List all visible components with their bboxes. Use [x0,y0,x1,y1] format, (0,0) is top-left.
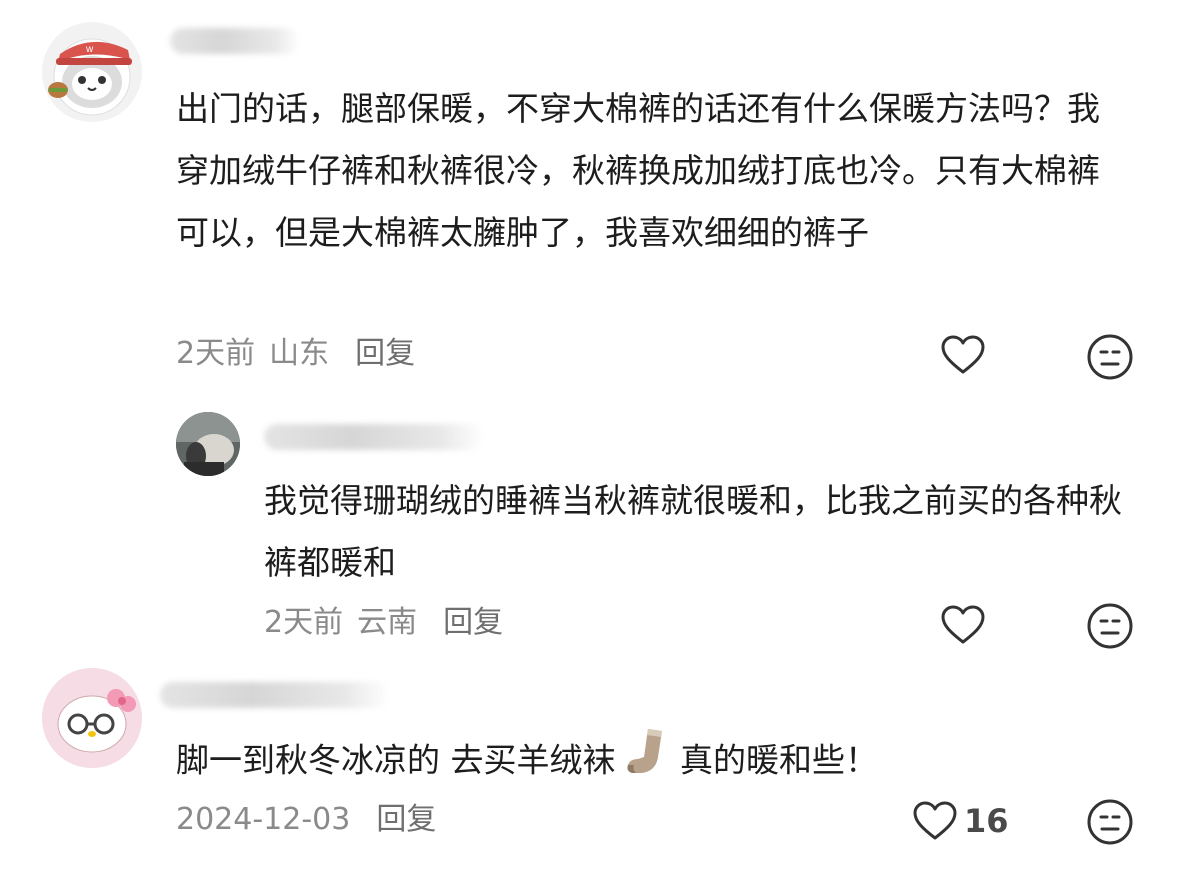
username-blurred[interactable] [160,682,390,708]
comment-time: 2天前 [176,336,256,371]
like-button[interactable]: 16 [912,798,1022,844]
comment-location: 云南 [357,605,418,640]
avatar[interactable] [176,412,240,476]
like-button[interactable] [938,332,988,378]
heart-outline-icon [913,801,957,840]
comment-text: 我觉得珊瑚绒的睡裤当秋裤就很暖和，比我之前买的各种秋裤都暖和 [264,481,1122,582]
meh-face-icon [1087,603,1133,649]
reply-button[interactable]: 回复 [443,605,503,640]
avatar[interactable]: w [42,22,142,122]
dislike-button[interactable] [1084,331,1136,383]
heart-outline-icon [941,605,985,644]
like-count: 16 [964,802,1009,840]
meh-face-icon [1087,799,1133,845]
username-blurred[interactable] [170,28,300,54]
heart-outline-icon [941,335,985,374]
avatar[interactable] [42,668,142,768]
reply-button[interactable]: 回复 [376,802,436,837]
sock-emoji [624,727,670,797]
dislike-button[interactable] [1084,796,1136,848]
reply-button[interactable]: 回复 [355,336,415,371]
like-button[interactable] [938,602,988,648]
comment-location: 山东 [269,336,330,371]
comment-text-part: 脚一到秋冬冰凉的 去买羊绒袜 [176,740,616,780]
comment-meta: 2024-12-03 回复 [176,800,450,840]
username-blurred[interactable] [264,424,484,450]
comment-time: 2天前 [264,605,344,640]
comment-meta: 2天前 云南 回复 [264,603,517,643]
comment-meta: 2天前 山东 回复 [176,334,429,374]
comment-time: 2024-12-03 [176,802,351,837]
meh-face-icon [1087,334,1133,380]
comment-text-part: 真的暖和些！ [669,740,878,780]
comment-text: 脚一到秋冬冰凉的 去买羊绒袜 真的暖和些！ [176,727,1126,797]
comment-text: 出门的话，腿部保暖，不穿大棉裤的话还有什么保暖方法吗？我穿加绒牛仔裤和秋裤很冷，… [176,89,1100,252]
svg-text:w: w [85,44,94,55]
dislike-button[interactable] [1084,600,1136,652]
